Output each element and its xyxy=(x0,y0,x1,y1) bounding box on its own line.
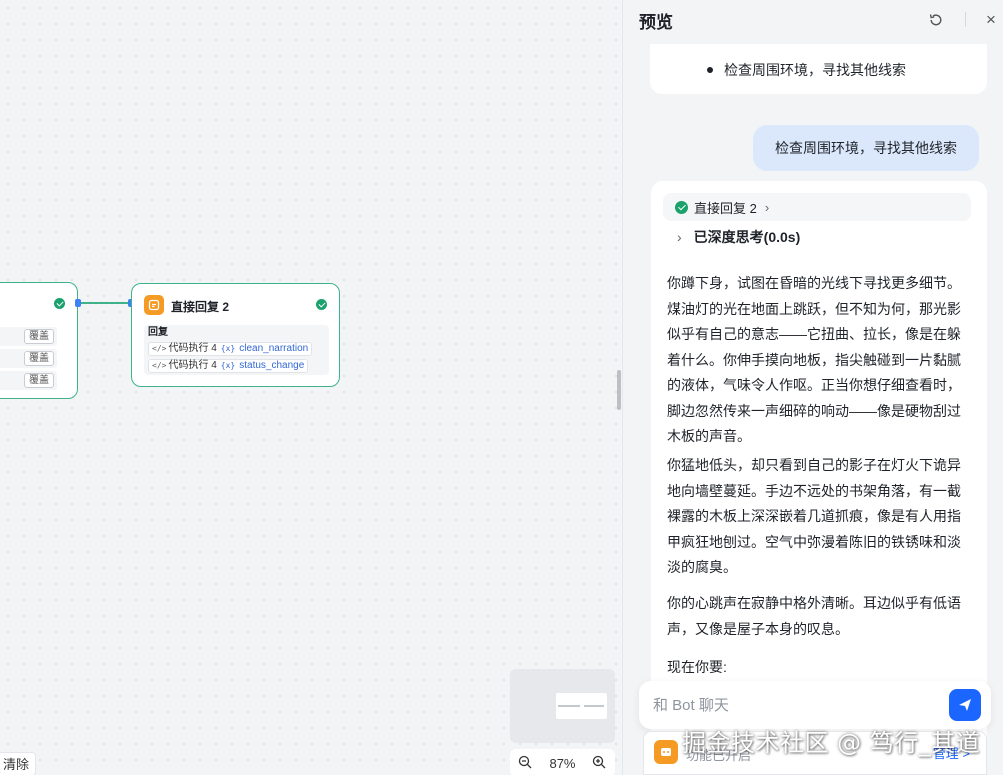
output-row: 覆盖 xyxy=(0,349,57,368)
output-row: 覆盖 xyxy=(0,327,57,346)
minimap-node xyxy=(584,705,604,707)
node-body: 回复 </> 代码执行 4 {x} clean_narration </> 代码… xyxy=(144,325,329,375)
success-check-icon xyxy=(675,200,688,214)
send-icon xyxy=(959,699,971,711)
edge-port-out[interactable] xyxy=(75,299,81,307)
step-label: 直接回复 2 xyxy=(694,200,757,216)
variable-name: status_change xyxy=(239,360,305,371)
reply-node-icon xyxy=(144,295,164,315)
panel-resize-handle[interactable] xyxy=(617,370,621,410)
bot-avatar-icon xyxy=(654,740,678,764)
variable-name: clean_narration xyxy=(239,343,309,354)
chevron-right-icon: › xyxy=(764,199,770,215)
override-tag[interactable]: 覆盖 xyxy=(24,373,54,388)
minimap[interactable] xyxy=(510,669,615,743)
message-paragraph: 你蹲下身，试图在昏暗的光线下寻找更多细节。煤油灯的光在地面上跳跃，但不知为何，那… xyxy=(667,275,961,444)
chat-input[interactable] xyxy=(653,694,933,716)
minimap-node xyxy=(558,705,580,707)
previous-bot-message: 检查周围环境，寻找其他线索 xyxy=(650,44,987,94)
zoom-out-icon[interactable] xyxy=(518,755,532,772)
zoom-in-icon[interactable] xyxy=(592,755,606,772)
chevron-right-icon: › xyxy=(677,229,682,245)
workflow-canvas[interactable]: 覆盖 覆盖 覆盖 直接回复 2 回复 </> 代码执行 4 {x} clean_… xyxy=(0,0,622,775)
code-icon: </> xyxy=(152,361,167,370)
thinking-toggle[interactable]: › 已深度思考(0.0s) xyxy=(677,227,800,247)
reply-section-label: 回复 xyxy=(148,327,168,338)
zoom-level[interactable]: 87% xyxy=(549,756,575,771)
user-message-bubble: 检查周围环境，寻找其他线索 xyxy=(753,125,979,171)
connection-edge[interactable] xyxy=(78,302,132,304)
variable-row: </> 代码执行 4 {x} clean_narration xyxy=(148,342,325,356)
message-paragraph: 你的心跳声在寂静中格外清晰。耳边似乎有低语声，又像是屋子本身的叹息。 xyxy=(667,595,961,637)
watermark: 掘金技术社区 @ 笃行_其道 xyxy=(682,729,981,757)
node-title: 直接回复 2 xyxy=(171,300,230,314)
preview-panel: 预览 × 检查周围环境，寻找其他线索 检查周围环境，寻找其他线索 直接回复 2 … xyxy=(622,0,1003,775)
divider xyxy=(965,12,966,27)
code-icon: </> xyxy=(152,344,167,353)
bullet-icon xyxy=(707,67,713,73)
list-item: 检查周围环境，寻找其他线索 xyxy=(724,62,906,78)
clear-button[interactable]: 清除 xyxy=(0,752,37,775)
direct-reply-node[interactable]: 直接回复 2 回复 </> 代码执行 4 {x} clean_narration… xyxy=(131,283,340,387)
message-paragraph: 现在你要: xyxy=(667,659,727,675)
zoom-controls: 87% xyxy=(510,749,615,775)
override-tag[interactable]: 覆盖 xyxy=(24,329,54,344)
panel-title: 预览 xyxy=(639,13,673,32)
variable-source: 代码执行 4 xyxy=(168,360,217,371)
message-paragraph: 你猛地低头，却只看到自己的影子在灯火下诡异地向墙壁蔓延。手边不远处的书架角落，有… xyxy=(667,457,961,575)
variable-icon: {x} xyxy=(220,344,236,353)
variable-chip[interactable]: </> 代码执行 4 {x} status_change xyxy=(148,359,309,373)
workflow-node-left[interactable]: 覆盖 覆盖 覆盖 xyxy=(0,282,78,399)
variable-icon: {x} xyxy=(220,361,236,370)
chat-input-box xyxy=(639,681,991,729)
close-icon[interactable]: × xyxy=(986,11,996,28)
variable-chip[interactable]: </> 代码执行 4 {x} clean_narration xyxy=(148,342,313,356)
step-status-chip[interactable]: 直接回复 2 › xyxy=(663,193,971,221)
refresh-icon[interactable] xyxy=(928,12,944,28)
output-row: 覆盖 xyxy=(0,371,57,390)
success-check-icon xyxy=(54,298,65,309)
success-check-icon xyxy=(316,299,327,310)
override-tag[interactable]: 覆盖 xyxy=(24,351,54,366)
variable-row: </> 代码执行 4 {x} status_change xyxy=(148,359,325,373)
variable-source: 代码执行 4 xyxy=(168,343,217,354)
thinking-label: 已深度思考(0.0s) xyxy=(693,229,801,245)
send-button[interactable] xyxy=(949,689,981,721)
